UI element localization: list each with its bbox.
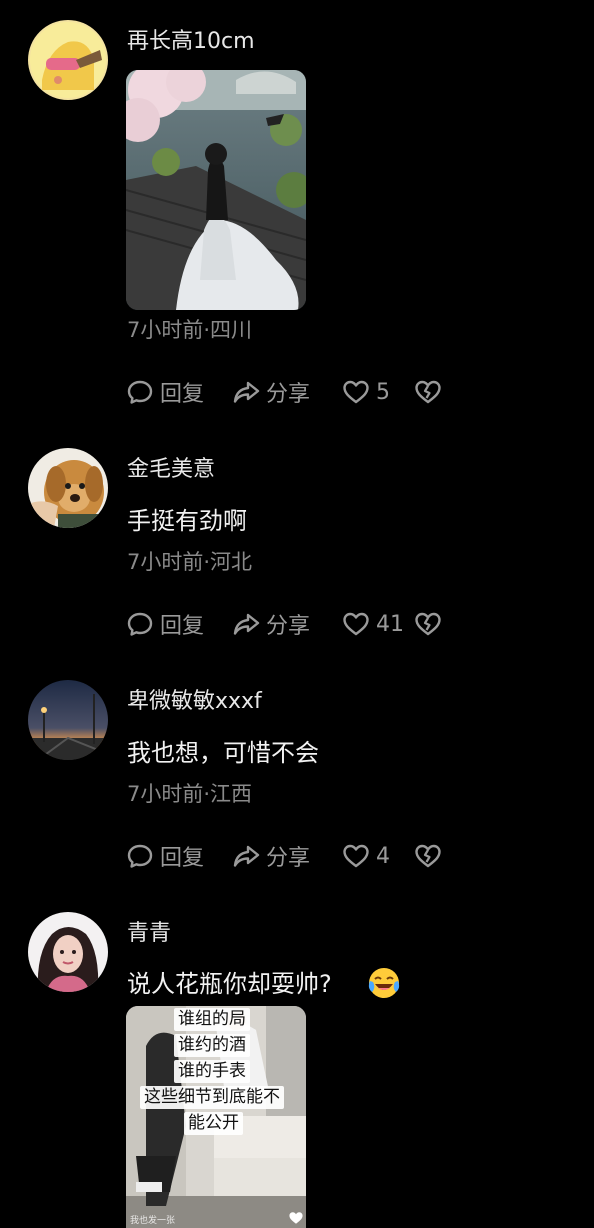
comment-bubble-icon xyxy=(127,844,153,868)
avatar[interactable] xyxy=(28,448,108,528)
username[interactable]: 卑微敏敏xxxf xyxy=(127,688,262,716)
heart-icon xyxy=(343,612,369,636)
share-arrow-icon xyxy=(233,613,260,635)
share-arrow-icon xyxy=(233,381,260,403)
reply-label: 回复 xyxy=(160,382,205,407)
dislike-button[interactable] xyxy=(414,610,442,638)
comment-text: 我也想，可惜不会 xyxy=(127,739,319,767)
reply-label: 回复 xyxy=(160,846,205,871)
share-label: 分享 xyxy=(266,382,311,407)
comment-bubble-icon xyxy=(127,612,153,636)
broken-heart-icon xyxy=(415,844,441,868)
overlay-line: 谁组的局 xyxy=(174,1008,250,1031)
heart-icon xyxy=(343,844,369,868)
comment-text: 手挺有劲啊 xyxy=(127,507,247,535)
action-bar: 回复 分享 4 xyxy=(126,840,442,872)
comment-image[interactable] xyxy=(126,70,306,310)
reply-label: 回复 xyxy=(160,614,205,639)
like-button[interactable]: 5 xyxy=(342,378,414,406)
dislike-button[interactable] xyxy=(414,378,442,406)
comment-meta: 7小时前·江西 xyxy=(127,782,253,806)
reply-button[interactable]: 回复 xyxy=(126,376,232,408)
avatar[interactable] xyxy=(28,680,108,760)
avatar[interactable] xyxy=(28,20,108,100)
like-button[interactable]: 41 xyxy=(342,610,414,638)
reply-button[interactable]: 回复 xyxy=(126,608,232,640)
action-bar: 回复 分享 41 xyxy=(126,608,442,640)
comment-bubble-icon xyxy=(127,380,153,404)
action-bar: 回复 分享 5 xyxy=(126,376,442,408)
like-count: 5 xyxy=(376,379,390,405)
username[interactable]: 再长高10cm xyxy=(127,28,255,56)
broken-heart-icon xyxy=(415,380,441,404)
laughing-crying-emoji-icon xyxy=(368,968,400,998)
comment-meta: 7小时前·四川 xyxy=(127,318,253,342)
overlay-line: 能公开 xyxy=(184,1112,243,1135)
like-count: 41 xyxy=(376,611,404,637)
heart-icon xyxy=(343,380,369,404)
share-button[interactable]: 分享 xyxy=(232,376,342,408)
heart-icon[interactable] xyxy=(288,1210,304,1226)
like-count: 4 xyxy=(376,843,390,869)
overlay-line: 谁的手表 xyxy=(174,1060,250,1083)
username[interactable]: 青青 xyxy=(127,920,171,948)
comment-meta: 7小时前·河北 xyxy=(127,550,253,574)
share-button[interactable]: 分享 xyxy=(232,840,342,872)
overlay-line: 这些细节到底能不 xyxy=(140,1086,284,1109)
dislike-button[interactable] xyxy=(414,842,442,870)
reply-button[interactable]: 回复 xyxy=(126,840,232,872)
username[interactable]: 金毛美意 xyxy=(127,456,215,484)
avatar[interactable] xyxy=(28,912,108,992)
broken-heart-icon xyxy=(415,612,441,636)
share-label: 分享 xyxy=(266,614,311,639)
like-button[interactable]: 4 xyxy=(342,842,414,870)
overlay-line: 谁约的酒 xyxy=(174,1034,250,1057)
share-button[interactable]: 分享 xyxy=(232,608,342,640)
comment-text: 说人花瓶你却耍帅? xyxy=(127,970,332,998)
share-arrow-icon xyxy=(233,845,260,867)
share-label: 分享 xyxy=(266,846,311,871)
image-caption: 我也发一张 xyxy=(130,1216,176,1226)
comment-image[interactable]: 谁组的局 谁约的酒 谁的手表 这些细节到底能不 能公开 我也发一张 xyxy=(126,1006,306,1228)
